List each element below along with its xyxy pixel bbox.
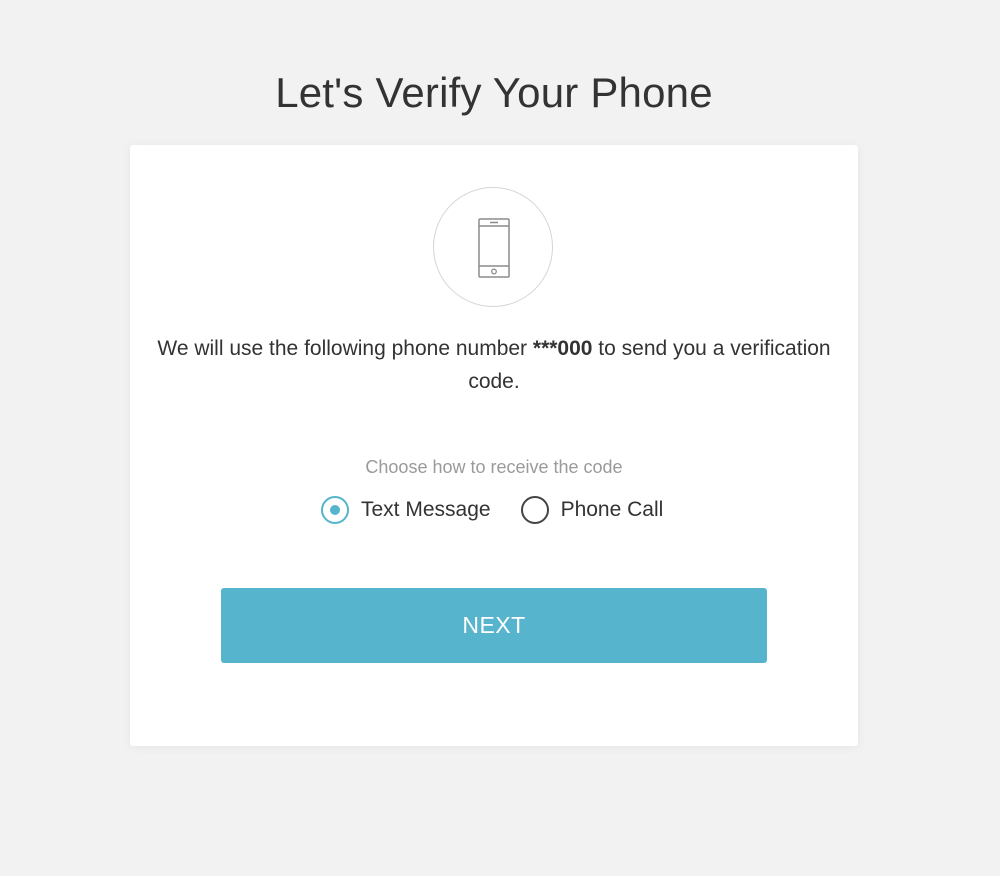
radio-button-phone-call[interactable] — [520, 496, 549, 524]
verification-message: We will use the following phone number *… — [130, 332, 858, 398]
radio-option-text-message[interactable]: Text Message — [321, 496, 491, 524]
message-text-before: We will use the following phone number — [157, 337, 533, 360]
radio-selected-dot — [330, 505, 340, 515]
delivery-method-radio-group: Text Message Phone Call — [321, 496, 663, 524]
next-button[interactable]: NEXT — [221, 588, 767, 663]
masked-phone-number: ***000 — [532, 337, 593, 360]
smartphone-icon — [478, 218, 510, 278]
phone-icon-circle — [433, 187, 553, 307]
verification-card: We will use the following phone number *… — [130, 145, 858, 746]
radio-button-text-message[interactable] — [321, 496, 349, 524]
delivery-method-label: Choose how to receive the code — [365, 457, 623, 477]
radio-label-phone-call[interactable]: Phone Call — [561, 498, 664, 522]
radio-option-phone-call[interactable]: Phone Call — [520, 496, 664, 524]
radio-label-text-message[interactable]: Text Message — [361, 498, 491, 522]
page-title: Let's Verify Your Phone — [275, 69, 713, 116]
